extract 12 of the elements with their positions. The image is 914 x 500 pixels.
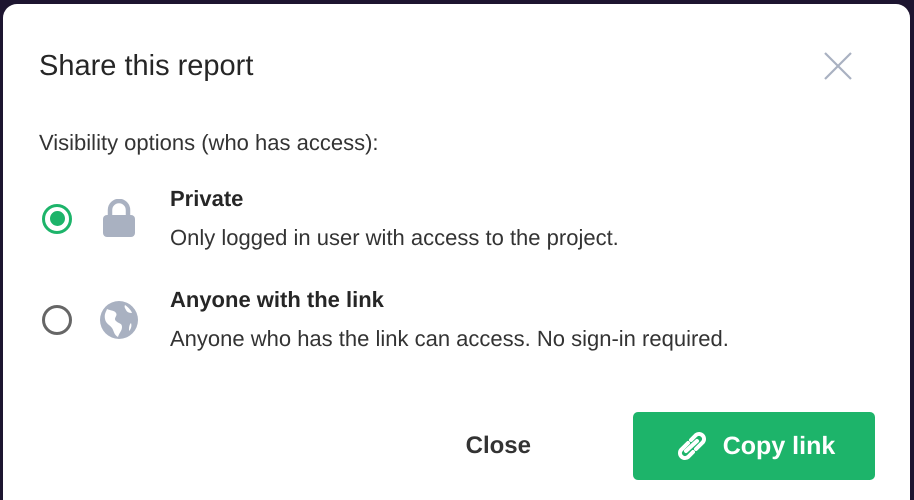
option-title: Private [170, 186, 244, 212]
globe-icon [99, 300, 139, 340]
close-button[interactable] [823, 51, 853, 81]
option-description: Only logged in user with access to the project. [170, 225, 619, 251]
radio-button[interactable] [42, 204, 72, 234]
dialog-title: Share this report [39, 50, 254, 82]
option-description: Anyone who has the link can access. No sign-in required. [170, 326, 729, 352]
close-text-button[interactable]: Close [462, 424, 535, 468]
option-title: Anyone with the link [170, 287, 385, 313]
prompt-text: Visibility options (who has access): [39, 130, 380, 156]
radio-button[interactable] [42, 304, 72, 334]
close-icon [823, 51, 853, 81]
